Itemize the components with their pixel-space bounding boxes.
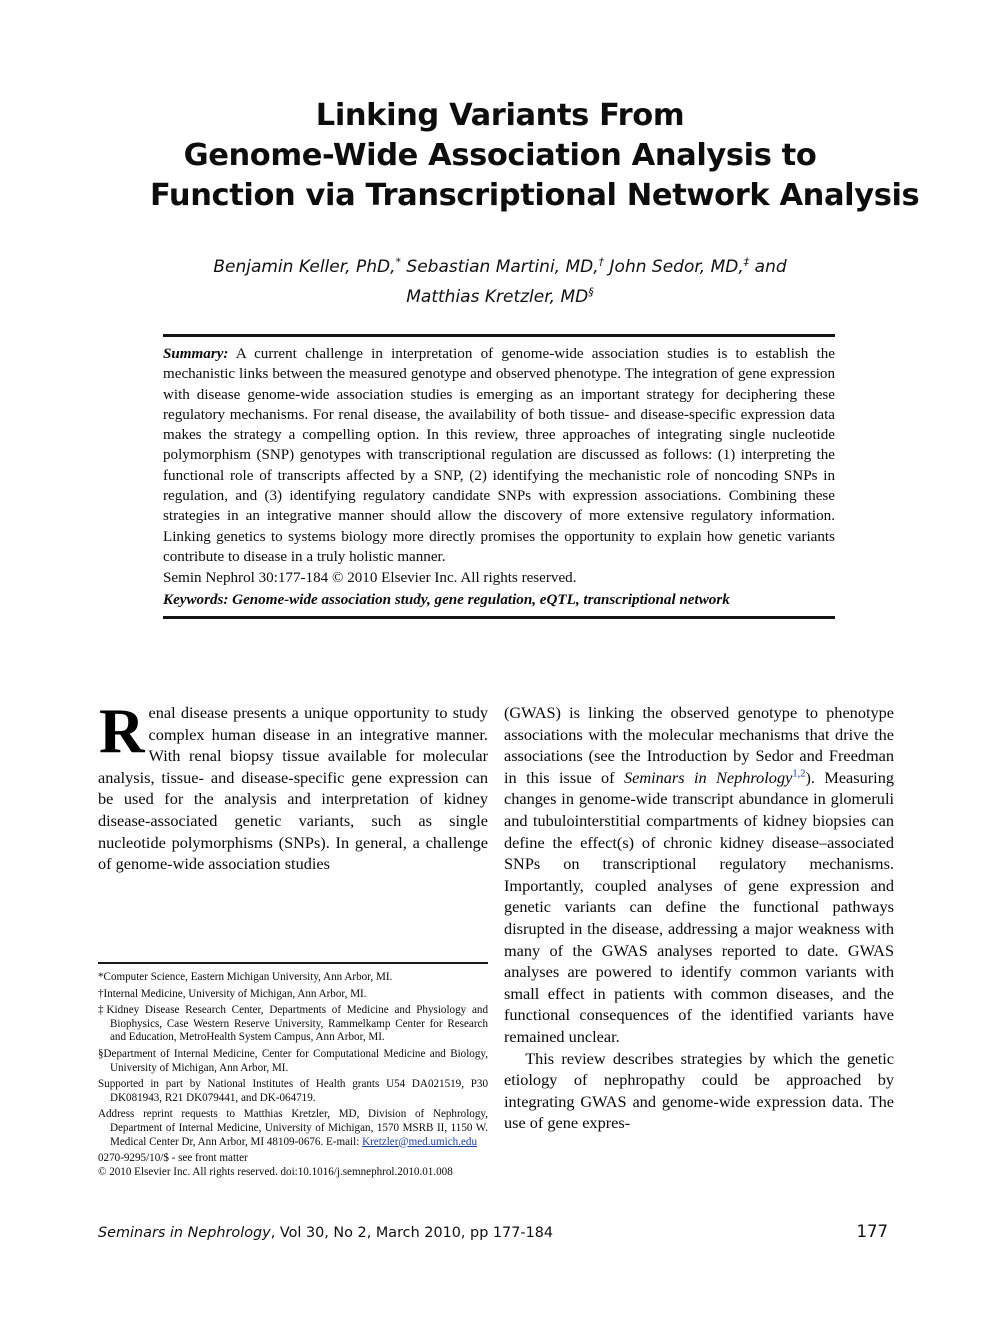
paper-page: Linking Variants From Genome-Wide Associ… [0, 0, 990, 1320]
footer-journal-volume: , Vol 30, No 2, March 2010, pp 177-184 [270, 1225, 554, 1241]
body-paragraph: Renal disease presents a unique opportun… [98, 696, 488, 875]
body-column-right: (GWAS) is linking the observed genotype … [504, 702, 894, 1134]
author-martini: Sebastian Martini, MD, [401, 257, 599, 277]
author-keller: Benjamin Keller, PhD, [213, 257, 396, 277]
citation-reference: 1,2 [792, 768, 806, 780]
affiliation-marker-section: § [588, 285, 594, 299]
abstract-section: Summary: A current challenge in interpre… [163, 334, 835, 619]
paper-title: Linking Variants From Genome-Wide Associ… [150, 96, 920, 216]
footnote-list: *Computer Science, Eastern Michigan Univ… [98, 964, 488, 1179]
footer-journal-reference: Seminars in Nephrology, Vol 30, No 2, Ma… [98, 1225, 553, 1241]
footnote-funding: Supported in part by National Institutes… [98, 1078, 488, 1104]
page-number: 177 [856, 1222, 889, 1241]
abstract-citation: Semin Nephrol 30:177-184 © 2010 Elsevier… [163, 570, 577, 587]
footnotes-section: *Computer Science, Eastern Michigan Univ… [98, 962, 488, 1179]
abstract-label: Summary: [163, 346, 229, 362]
keywords-label: Keywords: [163, 591, 229, 608]
footnote-affiliation-asterisk: *Computer Science, Eastern Michigan Univ… [98, 971, 393, 983]
body-paragraph: (GWAS) is linking the observed genotype … [504, 702, 894, 1048]
abstract-paragraph: Summary: A current challenge in interpre… [163, 344, 835, 567]
author-list: Benjamin Keller, PhD,* Sebastian Martini… [150, 252, 850, 312]
title-line-2: Genome-Wide Association Analysis to [183, 138, 817, 173]
footnote-affiliation-double-dagger: ‡Kidney Disease Research Center, Departm… [98, 1004, 488, 1044]
author-sedor: John Sedor, MD, [604, 257, 744, 277]
author-line-1: Benjamin Keller, PhD,* Sebastian Martini… [150, 252, 850, 282]
body-paragraph: This review describes strategies by whic… [504, 1048, 894, 1133]
title-line-3: Function via Transcriptional Network Ana… [150, 178, 920, 213]
footnote-affiliation-section: §Department of Internal Medicine, Center… [98, 1047, 488, 1074]
author-line-2: Matthias Kretzler, MD§ [150, 282, 850, 312]
drop-cap: R [99, 696, 145, 766]
footnote-issn: 0270-9295/10/$ - see front matter [98, 1152, 248, 1165]
email-link[interactable]: Kretzler@med.umich.edu [362, 1136, 477, 1148]
author-kretzler: Matthias Kretzler, MD [406, 287, 589, 307]
author-conjunction: and [749, 257, 787, 277]
keywords-text: Genome-wide association study, gene regu… [228, 591, 730, 608]
body-text: enal disease presents a unique opportuni… [98, 703, 488, 874]
footnote-affiliation-dagger: †Internal Medicine, University of Michig… [98, 987, 367, 1000]
footer-journal-title: Seminars in Nephrology [98, 1225, 271, 1241]
journal-name-italic: Seminars in Nephrology [623, 767, 793, 787]
title-line-1: Linking Variants From [315, 98, 685, 133]
abstract-bottom-rule [163, 615, 835, 619]
abstract-body: Summary: A current challenge in interpre… [163, 337, 835, 610]
body-column-left: Renal disease presents a unique opportun… [98, 696, 488, 875]
footnote-reprint-requests: Address reprint requests to Matthias Kre… [98, 1108, 488, 1149]
keywords-line: Keywords: Genome-wide association study,… [163, 590, 835, 610]
body-text-cont: ). Measuring changes in genome-wide tran… [504, 767, 894, 1046]
page-footer: Seminars in Nephrology, Vol 30, No 2, Ma… [98, 1222, 888, 1241]
abstract-text: A current challenge in interpretation of… [163, 346, 835, 565]
footnote-copyright-doi: © 2010 Elsevier Inc. All rights reserved… [98, 1165, 453, 1178]
